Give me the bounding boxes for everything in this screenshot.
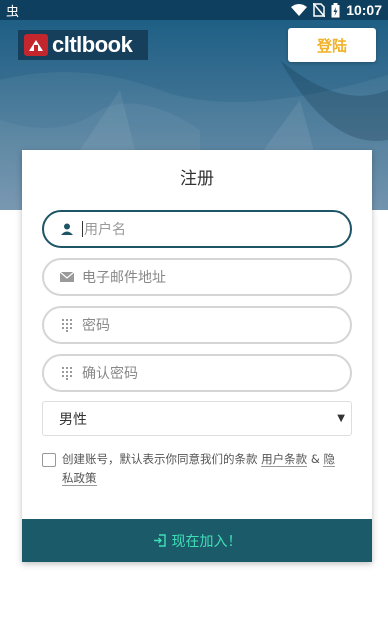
wifi-icon: [291, 4, 308, 16]
text-cursor: [82, 221, 83, 237]
sign-in-icon: [153, 534, 166, 547]
no-sim-icon: [313, 3, 326, 17]
register-title: 注册: [180, 169, 214, 189]
agree-checkbox[interactable]: [42, 453, 56, 467]
register-card: 注册 用户名 电子邮件地址 密码 确认密码 男性 ▼ 创建账号，默认表示你同意我…: [22, 150, 372, 562]
user-icon: [58, 223, 76, 235]
envelope-icon: [58, 272, 76, 282]
ampersand: &: [310, 452, 320, 466]
confirm-password-placeholder: 确认密码: [82, 366, 138, 382]
email-placeholder: 电子邮件地址: [82, 270, 166, 286]
gender-selected-value: 男性: [59, 411, 87, 428]
password-field[interactable]: 密码: [42, 306, 352, 344]
battery-charging-icon: [331, 2, 340, 17]
agree-text-block: 创建账号，默认表示你同意我们的条款 用户条款 & 隐 私政策: [62, 450, 335, 488]
site-logo[interactable]: cltlbook: [18, 30, 148, 60]
agree-text: 创建账号，默认表示你同意我们的条款: [62, 452, 258, 466]
app-notification-glyph: 虫: [6, 4, 20, 20]
dropdown-arrow-icon: ▼: [337, 413, 345, 424]
join-now-button[interactable]: 现在加入！: [22, 519, 372, 562]
confirm-password-field[interactable]: 确认密码: [42, 354, 352, 392]
email-field[interactable]: 电子邮件地址: [42, 258, 352, 296]
username-placeholder: 用户名: [84, 222, 126, 238]
gender-select[interactable]: 男性 ▼: [42, 401, 352, 436]
keypad-icon: [58, 366, 76, 380]
join-now-label: 现在加入！: [171, 533, 242, 550]
password-placeholder: 密码: [82, 318, 110, 334]
logo-text: cltlbook: [52, 32, 133, 57]
keypad-icon: [58, 318, 76, 332]
username-field[interactable]: 用户名: [42, 210, 352, 248]
privacy-link-part2[interactable]: 私政策: [62, 471, 97, 486]
terms-agreement: 创建账号，默认表示你同意我们的条款 用户条款 & 隐 私政策: [42, 450, 352, 488]
logo-mark-icon: [24, 34, 48, 56]
terms-link[interactable]: 用户条款: [261, 452, 308, 467]
privacy-link-part1[interactable]: 隐: [323, 452, 335, 467]
login-button[interactable]: 登陆: [288, 28, 376, 62]
clock: 10:07: [346, 2, 382, 18]
status-bar: 虫 10:07: [0, 0, 388, 20]
